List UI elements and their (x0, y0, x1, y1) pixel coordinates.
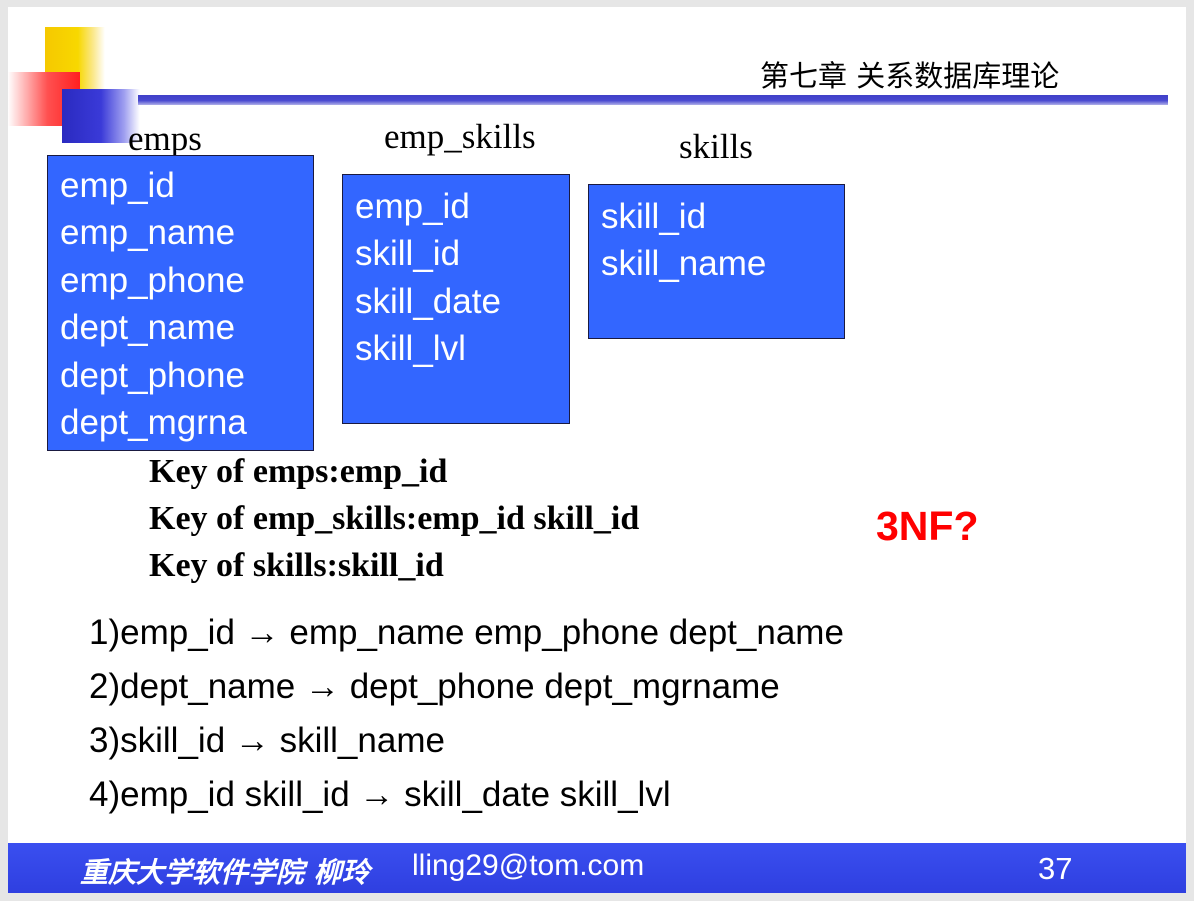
table-box-emps: emp_id emp_name emp_phone dept_name dept… (47, 155, 314, 451)
field-skill-id: skill_id (601, 197, 707, 236)
field-skill-id: skill_id (355, 234, 461, 273)
dependency-1: 1)emp_id → emp_name emp_phone dept_name (89, 613, 844, 652)
slide: 第七章 关系数据库理论 emps emp_id emp_name emp_pho… (8, 7, 1186, 893)
header-rule (138, 95, 1168, 105)
key-emps: Key of emps:emp_id (149, 453, 448, 490)
dependency-2: 2)dept_name → dept_phone dept_mgrname (89, 667, 780, 706)
table-box-emp-skills: emp_id skill_id skill_date skill_lvl (342, 174, 570, 424)
field-emp-id: emp_id (60, 166, 175, 205)
dependency-3: 3)skill_id → skill_name (89, 721, 445, 760)
question-3nf: 3NF? (876, 503, 979, 549)
field-emp-id: emp_id (355, 187, 470, 226)
table-title-skills: skills (679, 127, 753, 166)
page-number: 37 (1038, 851, 1073, 886)
field-dept-phone: dept_phone (60, 356, 245, 395)
field-skill-lvl: skill_lvl (355, 329, 466, 368)
field-skill-date: skill_date (355, 282, 501, 321)
table-box-skills: skill_id skill_name (588, 184, 845, 339)
table-title-emp-skills: emp_skills (384, 117, 536, 156)
key-emp-skills: Key of emp_skills:emp_id skill_id (149, 500, 640, 537)
key-skills: Key of skills:skill_id (149, 547, 444, 584)
footer-email: lling29@tom.com (412, 849, 645, 882)
footer-bar: 重庆大学软件学院 柳玲 lling29@tom.com 37 (8, 843, 1186, 893)
field-emp-phone: emp_phone (60, 261, 245, 300)
chapter-title: 第七章 关系数据库理论 (760, 59, 1060, 93)
field-dept-name: dept_name (60, 308, 236, 347)
field-skill-name: skill_name (601, 244, 767, 283)
table-title-emps: emps (128, 119, 202, 158)
field-emp-name: emp_name (60, 213, 236, 252)
field-dept-mgrna: dept_mgrna (60, 403, 247, 442)
footer-institution: 重庆大学软件学院 柳玲 (80, 856, 370, 889)
dependency-4: 4)emp_id skill_id → skill_date skill_lvl (89, 775, 671, 814)
